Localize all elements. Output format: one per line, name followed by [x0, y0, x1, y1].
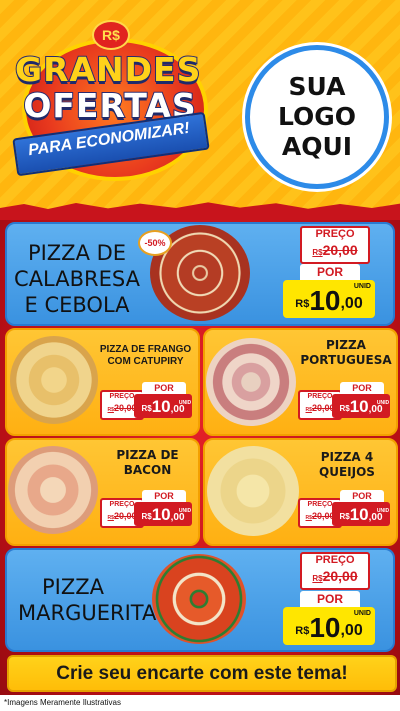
currency-coin-icon: R$ — [92, 20, 130, 50]
por-label: POR — [142, 382, 186, 394]
new-price: R$ 10 ,00 UNID — [332, 394, 390, 418]
logo-line-3: AQUI — [281, 132, 353, 161]
old-price-tag: PREÇO R$20,00 — [300, 226, 370, 264]
new-price: R$ 10 ,00 UNID — [332, 502, 390, 526]
cta-banner[interactable]: Crie seu encarte com este tema! — [7, 655, 397, 692]
product-name: PIZZA MARGUERITA — [18, 575, 157, 625]
product-name: PIZZA DE FRANGO COM CATUPIRY — [99, 344, 192, 367]
pizza-4queijos-image — [207, 446, 299, 536]
por-label: POR — [300, 264, 360, 280]
por-label: POR — [340, 490, 384, 502]
logo-line-1: SUA — [288, 72, 346, 101]
por-label: POR — [300, 591, 360, 607]
discount-badge: -50% — [138, 230, 172, 256]
product-name: PIZZA DE CALABRESA E CEBOLA — [14, 241, 140, 317]
title-line-1: GRANDES — [14, 50, 202, 89]
logo-placeholder[interactable]: SUA LOGO AQUI — [245, 45, 389, 189]
new-price: R$ 10 ,00 UNID — [283, 607, 375, 645]
new-price: R$ 10 ,00 UNID — [283, 280, 375, 318]
disclaimer: *Imagens Meramente Ilustrativas — [4, 698, 121, 707]
new-price: R$ 10 ,00 UNID — [134, 394, 192, 418]
pizza-bacon-image — [8, 446, 98, 534]
pizza-marguerita-image — [152, 554, 246, 644]
pizza-frango-image — [10, 336, 98, 424]
product-name: PIZZA 4 QUEIJOS — [319, 450, 375, 479]
por-label: POR — [340, 382, 384, 394]
product-name: PIZZA DE BACON — [116, 448, 179, 477]
logo-line-2: LOGO — [277, 102, 357, 131]
old-price-tag: PREÇO R$20,00 — [300, 552, 370, 590]
pizza-portuguesa-image — [206, 338, 296, 426]
new-price: R$ 10 ,00 UNID — [134, 502, 192, 526]
por-label: POR — [142, 490, 186, 502]
product-name: PIZZA PORTUGUESA — [300, 338, 392, 367]
